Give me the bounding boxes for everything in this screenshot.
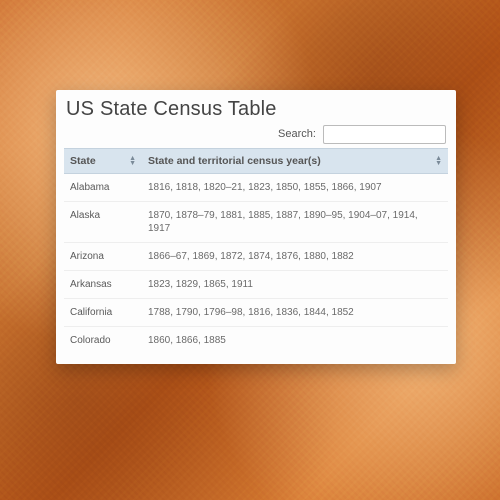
column-header-state-label: State bbox=[70, 155, 96, 167]
cell-state: Arizona bbox=[64, 243, 142, 271]
search-label: Search: bbox=[278, 128, 316, 140]
column-header-state[interactable]: State ▲▼ bbox=[64, 149, 142, 174]
cell-years: 1823, 1829, 1865, 1911 bbox=[142, 271, 448, 299]
census-table-panel: US State Census Table Search: State ▲▼ S… bbox=[56, 90, 456, 364]
cell-years: 1788, 1790, 1796–98, 1816, 1836, 1844, 1… bbox=[142, 299, 448, 327]
column-header-years-label: State and territorial census year(s) bbox=[148, 155, 321, 167]
cell-years: 1816, 1818, 1820–21, 1823, 1850, 1855, 1… bbox=[142, 174, 448, 202]
cell-years: 1870, 1878–79, 1881, 1885, 1887, 1890–95… bbox=[142, 202, 448, 243]
sort-icon: ▲▼ bbox=[129, 156, 136, 166]
cell-state: Colorado bbox=[64, 327, 142, 355]
census-table: State ▲▼ State and territorial census ye… bbox=[64, 148, 448, 354]
cell-state: California bbox=[64, 299, 142, 327]
cell-state: Alaska bbox=[64, 202, 142, 243]
search-row: Search: bbox=[64, 125, 446, 144]
search-input[interactable] bbox=[323, 125, 446, 144]
table-row: Colorado 1860, 1866, 1885 bbox=[64, 327, 448, 355]
table-row: Alabama 1816, 1818, 1820–21, 1823, 1850,… bbox=[64, 174, 448, 202]
cell-state: Alabama bbox=[64, 174, 142, 202]
table-row: Arizona 1866–67, 1869, 1872, 1874, 1876,… bbox=[64, 243, 448, 271]
page-title: US State Census Table bbox=[66, 98, 448, 121]
table-row: California 1788, 1790, 1796–98, 1816, 18… bbox=[64, 299, 448, 327]
sort-icon: ▲▼ bbox=[435, 156, 442, 166]
table-row: Alaska 1870, 1878–79, 1881, 1885, 1887, … bbox=[64, 202, 448, 243]
cell-years: 1860, 1866, 1885 bbox=[142, 327, 448, 355]
cell-state: Arkansas bbox=[64, 271, 142, 299]
cell-years: 1866–67, 1869, 1872, 1874, 1876, 1880, 1… bbox=[142, 243, 448, 271]
column-header-years[interactable]: State and territorial census year(s) ▲▼ bbox=[142, 149, 448, 174]
table-row: Arkansas 1823, 1829, 1865, 1911 bbox=[64, 271, 448, 299]
